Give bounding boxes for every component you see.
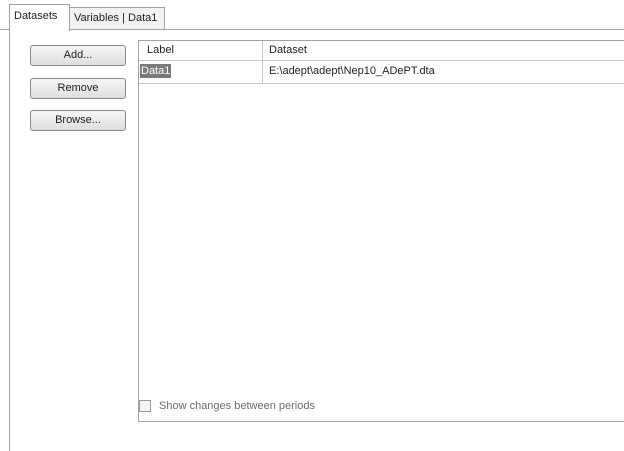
- column-header-label[interactable]: Label: [139, 41, 263, 60]
- grid-header: Label Dataset: [139, 41, 624, 61]
- show-changes-option: Show changes between periods: [139, 398, 315, 414]
- show-changes-label: Show changes between periods: [159, 400, 315, 412]
- cell-dataset-path[interactable]: E:\adept\adept\Nep10_ADePT.dta: [263, 61, 624, 83]
- browse-button[interactable]: Browse...: [30, 110, 126, 131]
- tab-strip: Datasets Variables | Data1: [0, 0, 624, 31]
- selected-label-text: Data1: [140, 64, 172, 78]
- column-header-dataset[interactable]: Dataset: [263, 41, 624, 60]
- remove-button[interactable]: Remove: [30, 78, 126, 99]
- tab-variables-data1[interactable]: Variables | Data1: [69, 7, 165, 29]
- datasets-panel: Add... Remove Browse... Label Dataset Da…: [9, 30, 624, 451]
- tab-datasets[interactable]: Datasets: [9, 4, 70, 31]
- table-row[interactable]: Data1 E:\adept\adept\Nep10_ADePT.dta: [139, 61, 624, 84]
- add-button[interactable]: Add...: [30, 45, 126, 66]
- cell-label[interactable]: Data1: [139, 61, 263, 83]
- datasets-grid[interactable]: Label Dataset Data1 E:\adept\adept\Nep10…: [138, 40, 624, 422]
- show-changes-checkbox[interactable]: [139, 400, 151, 412]
